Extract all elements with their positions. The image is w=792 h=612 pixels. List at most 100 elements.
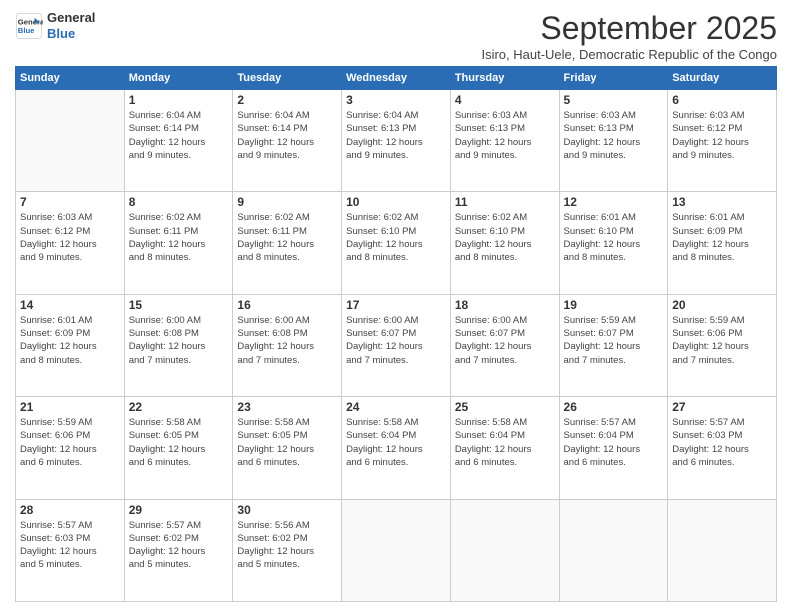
calendar-cell: 21Sunrise: 5:59 AM Sunset: 6:06 PM Dayli… bbox=[16, 397, 125, 499]
day-number: 28 bbox=[20, 503, 120, 517]
month-title: September 2025 bbox=[481, 10, 777, 47]
day-number: 14 bbox=[20, 298, 120, 312]
day-number: 15 bbox=[129, 298, 229, 312]
day-info: Sunrise: 6:01 AM Sunset: 6:09 PM Dayligh… bbox=[20, 314, 120, 367]
day-number: 20 bbox=[672, 298, 772, 312]
page: General Blue General Blue September 2025… bbox=[0, 0, 792, 612]
calendar-cell: 13 Sunrise: 6:01 AM Sunset: 6:09 PM Dayli… bbox=[668, 192, 777, 294]
calendar-header-row: SundayMondayTuesdayWednesdayThursdayFrid… bbox=[16, 67, 777, 90]
day-number: 11 bbox=[455, 195, 555, 209]
calendar-cell: 11 Sunrise: 6:02 AM Sunset: 6:10 PM Dayli… bbox=[450, 192, 559, 294]
svg-text:General: General bbox=[18, 17, 43, 26]
day-number: 23 bbox=[237, 400, 337, 414]
calendar-cell: 23 Sunrise: 5:58 AM Sunset: 6:05 PM Dayli… bbox=[233, 397, 342, 499]
logo-text: General Blue bbox=[47, 10, 95, 41]
day-info: Sunrise: 5:59 AM Sunset: 6:06 PM Dayligh… bbox=[672, 314, 772, 367]
day-info: Sunrise: 5:58 AM Sunset: 6:04 PM Dayligh… bbox=[346, 416, 446, 469]
day-info: Sunrise: 5:58 AM Sunset: 6:04 PM Dayligh… bbox=[455, 416, 555, 469]
day-info: Sunrise: 6:02 AM Sunset: 6:10 PM Dayligh… bbox=[455, 211, 555, 264]
calendar-cell: 6 Sunrise: 6:03 AM Sunset: 6:12 PM Daylig… bbox=[668, 90, 777, 192]
calendar-cell: 30 Sunrise: 5:56 AM Sunset: 6:02 PM Dayli… bbox=[233, 499, 342, 601]
col-header-sunday: Sunday bbox=[16, 67, 125, 90]
day-number: 7 bbox=[20, 195, 120, 209]
logo: General Blue General Blue bbox=[15, 10, 95, 41]
calendar-cell bbox=[342, 499, 451, 601]
day-info: Sunrise: 6:00 AM Sunset: 6:08 PM Dayligh… bbox=[237, 314, 337, 367]
calendar-cell: 3 Sunrise: 6:04 AM Sunset: 6:13 PM Daylig… bbox=[342, 90, 451, 192]
calendar-cell: 20 Sunrise: 5:59 AM Sunset: 6:06 PM Dayli… bbox=[668, 294, 777, 396]
calendar-cell: 8 Sunrise: 6:02 AM Sunset: 6:11 PM Daylig… bbox=[124, 192, 233, 294]
day-info: Sunrise: 6:03 AM Sunset: 6:12 PM Dayligh… bbox=[672, 109, 772, 162]
day-number: 5 bbox=[564, 93, 664, 107]
day-number: 24 bbox=[346, 400, 446, 414]
calendar-cell bbox=[450, 499, 559, 601]
calendar-cell: 22Sunrise: 5:58 AM Sunset: 6:05 PM Dayli… bbox=[124, 397, 233, 499]
calendar-cell: 5Sunrise: 6:03 AM Sunset: 6:13 PM Daylig… bbox=[559, 90, 668, 192]
title-section: September 2025 Isiro, Haut-Uele, Democra… bbox=[481, 10, 777, 62]
calendar-cell: 27 Sunrise: 5:57 AM Sunset: 6:03 PM Dayli… bbox=[668, 397, 777, 499]
col-header-monday: Monday bbox=[124, 67, 233, 90]
day-number: 1 bbox=[129, 93, 229, 107]
header: General Blue General Blue September 2025… bbox=[15, 10, 777, 62]
day-info: Sunrise: 6:04 AM Sunset: 6:14 PM Dayligh… bbox=[129, 109, 229, 162]
day-number: 12 bbox=[564, 195, 664, 209]
day-info: Sunrise: 6:02 AM Sunset: 6:10 PM Dayligh… bbox=[346, 211, 446, 264]
day-number: 27 bbox=[672, 400, 772, 414]
day-number: 30 bbox=[237, 503, 337, 517]
calendar-cell: 9 Sunrise: 6:02 AM Sunset: 6:11 PM Daylig… bbox=[233, 192, 342, 294]
day-number: 10 bbox=[346, 195, 446, 209]
calendar-cell: 19 Sunrise: 5:59 AM Sunset: 6:07 PM Dayli… bbox=[559, 294, 668, 396]
day-number: 19 bbox=[564, 298, 664, 312]
day-info: Sunrise: 5:56 AM Sunset: 6:02 PM Dayligh… bbox=[237, 519, 337, 572]
calendar-cell: 15 Sunrise: 6:00 AM Sunset: 6:08 PM Dayli… bbox=[124, 294, 233, 396]
day-number: 21 bbox=[20, 400, 120, 414]
day-info: Sunrise: 6:00 AM Sunset: 6:08 PM Dayligh… bbox=[129, 314, 229, 367]
col-header-saturday: Saturday bbox=[668, 67, 777, 90]
calendar-cell: 7Sunrise: 6:03 AM Sunset: 6:12 PM Daylig… bbox=[16, 192, 125, 294]
day-number: 4 bbox=[455, 93, 555, 107]
col-header-thursday: Thursday bbox=[450, 67, 559, 90]
calendar-cell: 18Sunrise: 6:00 AM Sunset: 6:07 PM Dayli… bbox=[450, 294, 559, 396]
col-header-wednesday: Wednesday bbox=[342, 67, 451, 90]
calendar: SundayMondayTuesdayWednesdayThursdayFrid… bbox=[15, 66, 777, 602]
day-number: 25 bbox=[455, 400, 555, 414]
day-info: Sunrise: 6:02 AM Sunset: 6:11 PM Dayligh… bbox=[237, 211, 337, 264]
calendar-cell: 28 Sunrise: 5:57 AM Sunset: 6:03 PM Dayli… bbox=[16, 499, 125, 601]
calendar-cell: 16 Sunrise: 6:00 AM Sunset: 6:08 PM Dayli… bbox=[233, 294, 342, 396]
day-info: Sunrise: 6:00 AM Sunset: 6:07 PM Dayligh… bbox=[346, 314, 446, 367]
day-info: Sunrise: 6:01 AM Sunset: 6:10 PM Dayligh… bbox=[564, 211, 664, 264]
day-number: 6 bbox=[672, 93, 772, 107]
calendar-cell: 12 Sunrise: 6:01 AM Sunset: 6:10 PM Dayli… bbox=[559, 192, 668, 294]
calendar-cell: 1 Sunrise: 6:04 AM Sunset: 6:14 PM Daylig… bbox=[124, 90, 233, 192]
day-number: 17 bbox=[346, 298, 446, 312]
day-info: Sunrise: 6:04 AM Sunset: 6:13 PM Dayligh… bbox=[346, 109, 446, 162]
day-info: Sunrise: 5:58 AM Sunset: 6:05 PM Dayligh… bbox=[237, 416, 337, 469]
logo-icon: General Blue bbox=[15, 12, 43, 40]
day-number: 3 bbox=[346, 93, 446, 107]
subtitle: Isiro, Haut-Uele, Democratic Republic of… bbox=[481, 47, 777, 62]
day-number: 9 bbox=[237, 195, 337, 209]
day-info: Sunrise: 5:57 AM Sunset: 6:03 PM Dayligh… bbox=[20, 519, 120, 572]
day-info: Sunrise: 5:57 AM Sunset: 6:02 PM Dayligh… bbox=[129, 519, 229, 572]
day-number: 13 bbox=[672, 195, 772, 209]
calendar-cell: 17 Sunrise: 6:00 AM Sunset: 6:07 PM Dayli… bbox=[342, 294, 451, 396]
day-number: 8 bbox=[129, 195, 229, 209]
col-header-tuesday: Tuesday bbox=[233, 67, 342, 90]
calendar-week-3: 14 Sunrise: 6:01 AM Sunset: 6:09 PM Dayli… bbox=[16, 294, 777, 396]
calendar-cell: 24 Sunrise: 5:58 AM Sunset: 6:04 PM Dayli… bbox=[342, 397, 451, 499]
col-header-friday: Friday bbox=[559, 67, 668, 90]
calendar-week-5: 28 Sunrise: 5:57 AM Sunset: 6:03 PM Dayli… bbox=[16, 499, 777, 601]
day-number: 16 bbox=[237, 298, 337, 312]
calendar-cell: 4 Sunrise: 6:03 AM Sunset: 6:13 PM Daylig… bbox=[450, 90, 559, 192]
day-info: Sunrise: 6:02 AM Sunset: 6:11 PM Dayligh… bbox=[129, 211, 229, 264]
day-info: Sunrise: 5:59 AM Sunset: 6:07 PM Dayligh… bbox=[564, 314, 664, 367]
day-info: Sunrise: 5:57 AM Sunset: 6:04 PM Dayligh… bbox=[564, 416, 664, 469]
day-number: 18 bbox=[455, 298, 555, 312]
calendar-cell bbox=[16, 90, 125, 192]
day-info: Sunrise: 6:01 AM Sunset: 6:09 PM Dayligh… bbox=[672, 211, 772, 264]
day-number: 2 bbox=[237, 93, 337, 107]
calendar-week-2: 7Sunrise: 6:03 AM Sunset: 6:12 PM Daylig… bbox=[16, 192, 777, 294]
day-info: Sunrise: 6:03 AM Sunset: 6:13 PM Dayligh… bbox=[455, 109, 555, 162]
day-info: Sunrise: 5:57 AM Sunset: 6:03 PM Dayligh… bbox=[672, 416, 772, 469]
calendar-cell: 10 Sunrise: 6:02 AM Sunset: 6:10 PM Dayli… bbox=[342, 192, 451, 294]
